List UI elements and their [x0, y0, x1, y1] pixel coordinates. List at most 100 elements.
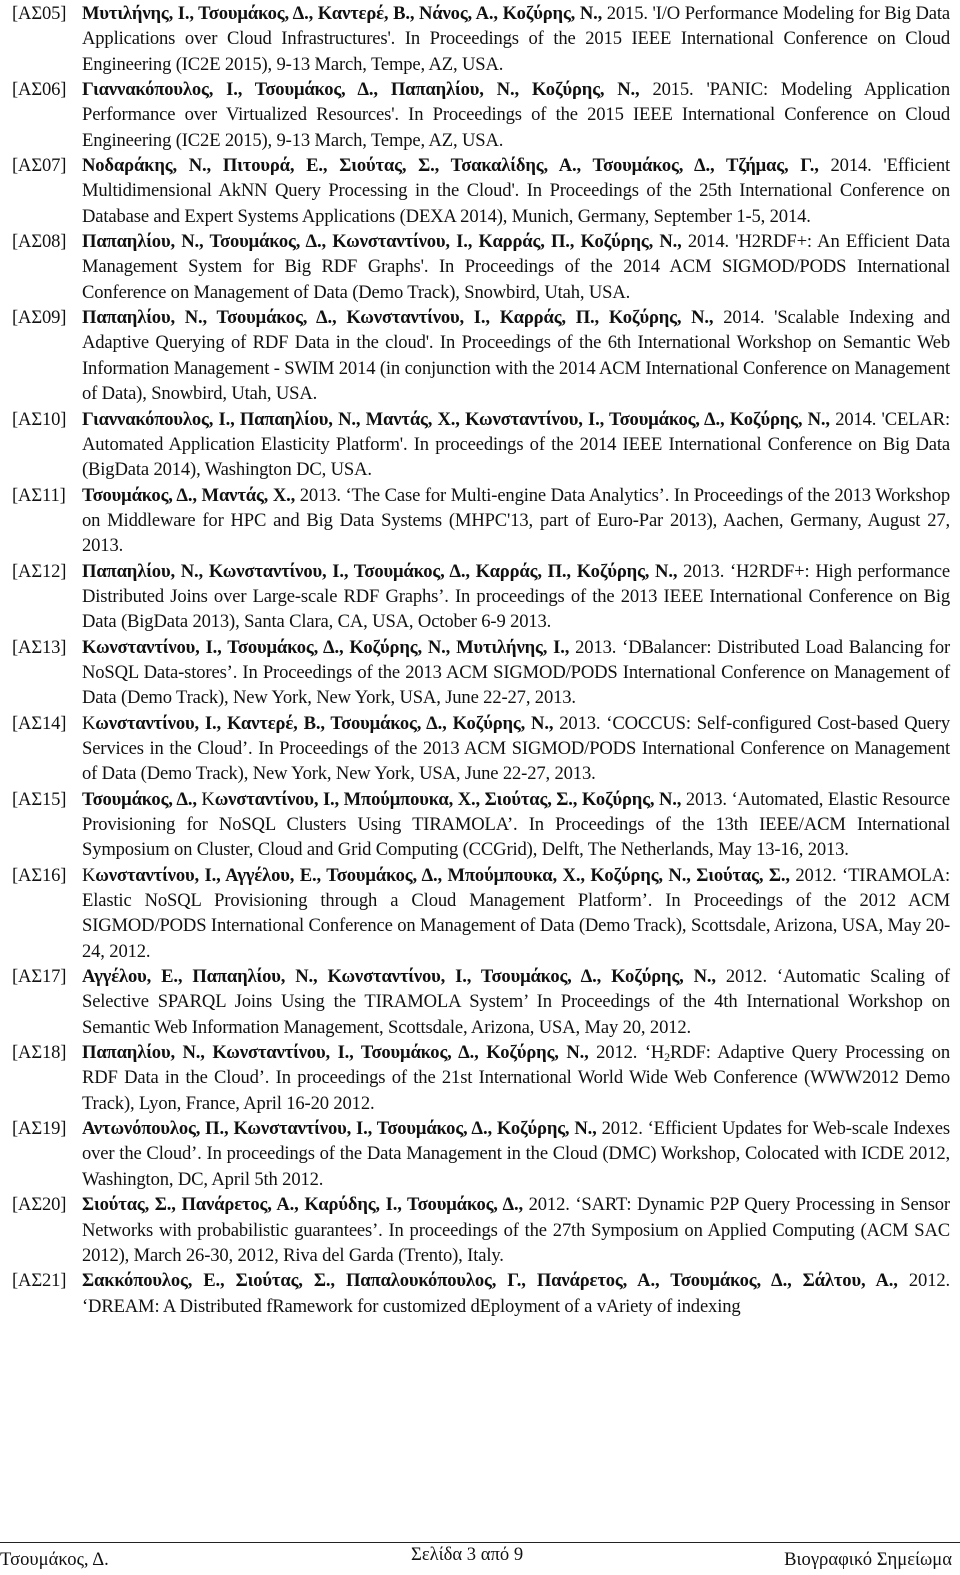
- reference-entry: [ΑΣ18] Παπαηλίου, Ν., Κωνσταντίνου, Ι., Τ…: [12, 1040, 950, 1116]
- author-name: Μαντάς, Χ.,: [365, 408, 466, 430]
- reference-title-prefix: ‘H: [637, 1042, 665, 1064]
- reference-year: 2012.: [596, 1118, 643, 1140]
- author-name: Κωνσταντίνου, Ι.,: [82, 636, 228, 658]
- reference-authors: Γιαννακόπουλος, Ι., Παπαηλίου, Ν., Μαντά…: [82, 409, 830, 430]
- author-initial-letter: Κ: [82, 712, 96, 734]
- author-name: Παπαηλίου, Ν.,: [82, 560, 209, 582]
- footer-page-number: Σελίδα 3 από 9: [411, 1544, 524, 1565]
- reference-year: 2013.: [569, 636, 617, 658]
- author-name: Σιούτας, Σ.,: [82, 1194, 182, 1216]
- author-name: Κωνσταντίνου, Ι.,: [201, 789, 343, 810]
- reference-year: 2012.: [588, 1042, 638, 1064]
- author-name: Μπούμπουκα, Χ.,: [447, 864, 591, 886]
- reference-entry: [ΑΣ20] Σιούτας, Σ., Πανάρετος, Α., Καρύδη…: [12, 1192, 950, 1268]
- author-name: Κωνσταντίνου, Ι.,: [212, 1042, 361, 1064]
- author-name: Κωνσταντίνου, Ι.,: [82, 865, 225, 886]
- author-name: Τσουμάκος, Δ.,: [82, 788, 202, 810]
- author-name: Γιαννακόπουλος, Ι.,: [82, 79, 255, 101]
- reference-authors: Παπαηλίου, Ν., Τσουμάκος, Δ., Κωνσταντίν…: [82, 307, 714, 329]
- reference-year: 2013.: [553, 712, 601, 734]
- reference-year: 2014.: [681, 231, 729, 253]
- author-name-rest: ωνσταντίνου, Ι.,: [214, 788, 344, 810]
- author-name: Τσουμάκος, Δ.,: [209, 231, 333, 253]
- reference-entry: [ΑΣ08] Παπαηλίου, Ν., Τσουμάκος, Δ., Κωνσ…: [12, 229, 950, 305]
- author-name: Παπαηλίου, Ν.,: [82, 231, 210, 253]
- author-name: Καντερέ, Β.,: [226, 712, 331, 734]
- reference-authors: Σιούτας, Σ., Πανάρετος, Α., Καρύδης, Ι.,…: [82, 1194, 523, 1215]
- reference-entry: [ΑΣ09] Παπαηλίου, Ν., Τσουμάκος, Δ., Κωνσ…: [12, 305, 950, 406]
- reference-authors: Αντωνόπουλος, Π., Κωνσταντίνου, Ι., Τσου…: [82, 1118, 597, 1139]
- author-name: Τσουμάκος, Δ.,: [198, 3, 318, 24]
- reference-entry: [ΑΣ11] Τσουμάκος, Δ., Μαντάς, Χ., 2013. ‘…: [12, 483, 950, 559]
- author-name: Παπαηλίου, Ν.,: [192, 966, 328, 988]
- author-name: Κοζύρης, Ν.,: [611, 966, 716, 988]
- reference-authors: Αγγέλου, Ε., Παπαηλίου, Ν., Κωνσταντίνου…: [82, 966, 716, 987]
- author-name: Σακκόπουλος, Ε.,: [82, 1270, 236, 1292]
- reference-entry: [ΑΣ06] Γιαννακόπουλος, Ι., Τσουμάκος, Δ.,…: [12, 77, 950, 153]
- author-name: Τζήμας, Γ.,: [726, 155, 819, 177]
- reference-authors: Τσουμάκος, Δ., Κωνσταντίνου, Ι., Μπούμπο…: [82, 789, 681, 810]
- author-name: Κωνσταντίνου, Ι.,: [327, 966, 481, 988]
- author-name: Τσουμάκος, Δ.,: [216, 307, 347, 329]
- author-name: Κοζύρης, Ν.,: [729, 408, 830, 430]
- reference-id: [ΑΣ16]: [12, 864, 67, 886]
- author-name: Πανάρετος, Α.,: [181, 1194, 305, 1216]
- author-name: Πανάρετος, Α.,: [536, 1270, 671, 1292]
- author-name: Καρράς, Π.,: [499, 307, 609, 329]
- author-name: Κοζύρης, Ν.,: [349, 636, 457, 658]
- author-name-rest: ωνσταντίνου, Ι.,: [95, 864, 226, 886]
- reference-year: 2015.: [639, 79, 694, 101]
- author-name: Τσουμάκος, Δ.,: [407, 1194, 523, 1216]
- reference-id: [ΑΣ10]: [12, 408, 67, 430]
- author-name: Τσουμάκος, Δ.,: [480, 966, 612, 988]
- author-name: Κωνσταντίνου, Ι.,: [233, 1118, 377, 1140]
- author-name: Σιούτας, Σ.,: [484, 788, 582, 810]
- author-name: Αντωνόπουλος, Π.,: [82, 1118, 234, 1140]
- author-name: Κοζύρης, Ν.,: [576, 560, 678, 582]
- author-name: Πιτουρά, Ε.,: [222, 155, 340, 177]
- reference-authors: Κωνσταντίνου, Ι., Αγγέλου, Ε., Τσουμάκος…: [82, 865, 790, 886]
- author-name-rest: ωνσταντίνου, Ι.,: [95, 712, 227, 734]
- author-name: Κωνσταντίνου, Ι.,: [465, 408, 610, 430]
- reference-entry: [ΑΣ12] Παπαηλίου, Ν., Κωνσταντίνου, Ι., Τ…: [12, 559, 950, 635]
- author-name: Τσουμάκος, Δ.,: [353, 560, 476, 582]
- author-name: Κοζύρης, Ν.,: [580, 231, 682, 253]
- reference-year: 2014.: [713, 307, 765, 329]
- reference-entry: [ΑΣ07] Νοδαράκης, Ν., Πιτουρά, Ε., Σιούτα…: [12, 153, 950, 229]
- reference-id: [ΑΣ09]: [12, 307, 67, 329]
- reference-entry: [ΑΣ05] Μυτιλήνης, Ι., Τσουμάκος, Δ., Καντ…: [12, 1, 950, 77]
- author-name: Τσουμάκος, Δ.,: [360, 1042, 487, 1064]
- author-name: Καρράς, Π.,: [475, 560, 577, 582]
- reference-entry: [ΑΣ14] Κωνσταντίνου, Ι., Καντερέ, Β., Τσο…: [12, 711, 950, 787]
- reference-id: [ΑΣ15]: [12, 788, 67, 810]
- author-name: Κοζύρης, Ν.,: [581, 788, 682, 810]
- reference-year: 2012.: [715, 966, 767, 988]
- author-initial-letter: Κ: [201, 788, 215, 810]
- reference-authors: Παπαηλίου, Ν., Κωνσταντίνου, Ι., Τσουμάκ…: [82, 561, 677, 582]
- author-name: Μαντάς, Χ.,: [201, 484, 296, 506]
- reference-year: 2014.: [829, 408, 877, 430]
- author-name: Κοζύρης, Ν.,: [502, 3, 603, 24]
- reference-id: [ΑΣ18]: [12, 1042, 67, 1064]
- reference-authors: Κωνσταντίνου, Ι., Τσουμάκος, Δ., Κοζύρης…: [82, 637, 569, 658]
- reference-entry: [ΑΣ16] Κωνσταντίνου, Ι., Αγγέλου, Ε., Τσο…: [12, 863, 950, 964]
- reference-entry: [ΑΣ21] Σακκόπουλος, Ε., Σιούτας, Σ., Παπα…: [12, 1268, 950, 1319]
- author-name: Νάνος, Α.,: [419, 3, 503, 24]
- reference-id: [ΑΣ06]: [12, 79, 67, 101]
- author-name: Κωνσταντίνου, Ι.,: [332, 231, 479, 253]
- footer-author: Τσουμάκος, Δ.: [0, 1549, 109, 1570]
- author-name: Παπαηλίου, Ν.,: [82, 1042, 213, 1064]
- author-name: Τσουμάκος, Δ.,: [82, 484, 202, 506]
- reference-id: [ΑΣ13]: [12, 636, 67, 658]
- author-name: Μυτιλήνης, Ι.,: [82, 3, 199, 24]
- author-name: Παπαηλίου, Ν.,: [82, 307, 217, 329]
- reference-year: 2015.: [602, 3, 648, 24]
- reference-authors: Κωνσταντίνου, Ι., Καντερέ, Β., Τσουμάκος…: [82, 713, 553, 734]
- reference-year: 2012.: [897, 1270, 950, 1292]
- author-name: Αγγέλου, Ε.,: [225, 864, 327, 886]
- reference-id: [ΑΣ19]: [12, 1118, 67, 1140]
- reference-authors: Παπαηλίου, Ν., Τσουμάκος, Δ., Κωνσταντίν…: [82, 231, 682, 252]
- author-name: Τσουμάκος, Δ.,: [609, 408, 730, 430]
- author-name: Νοδαράκης, Ν.,: [82, 155, 223, 177]
- author-name: Κοζύρης, Ν.,: [590, 864, 697, 886]
